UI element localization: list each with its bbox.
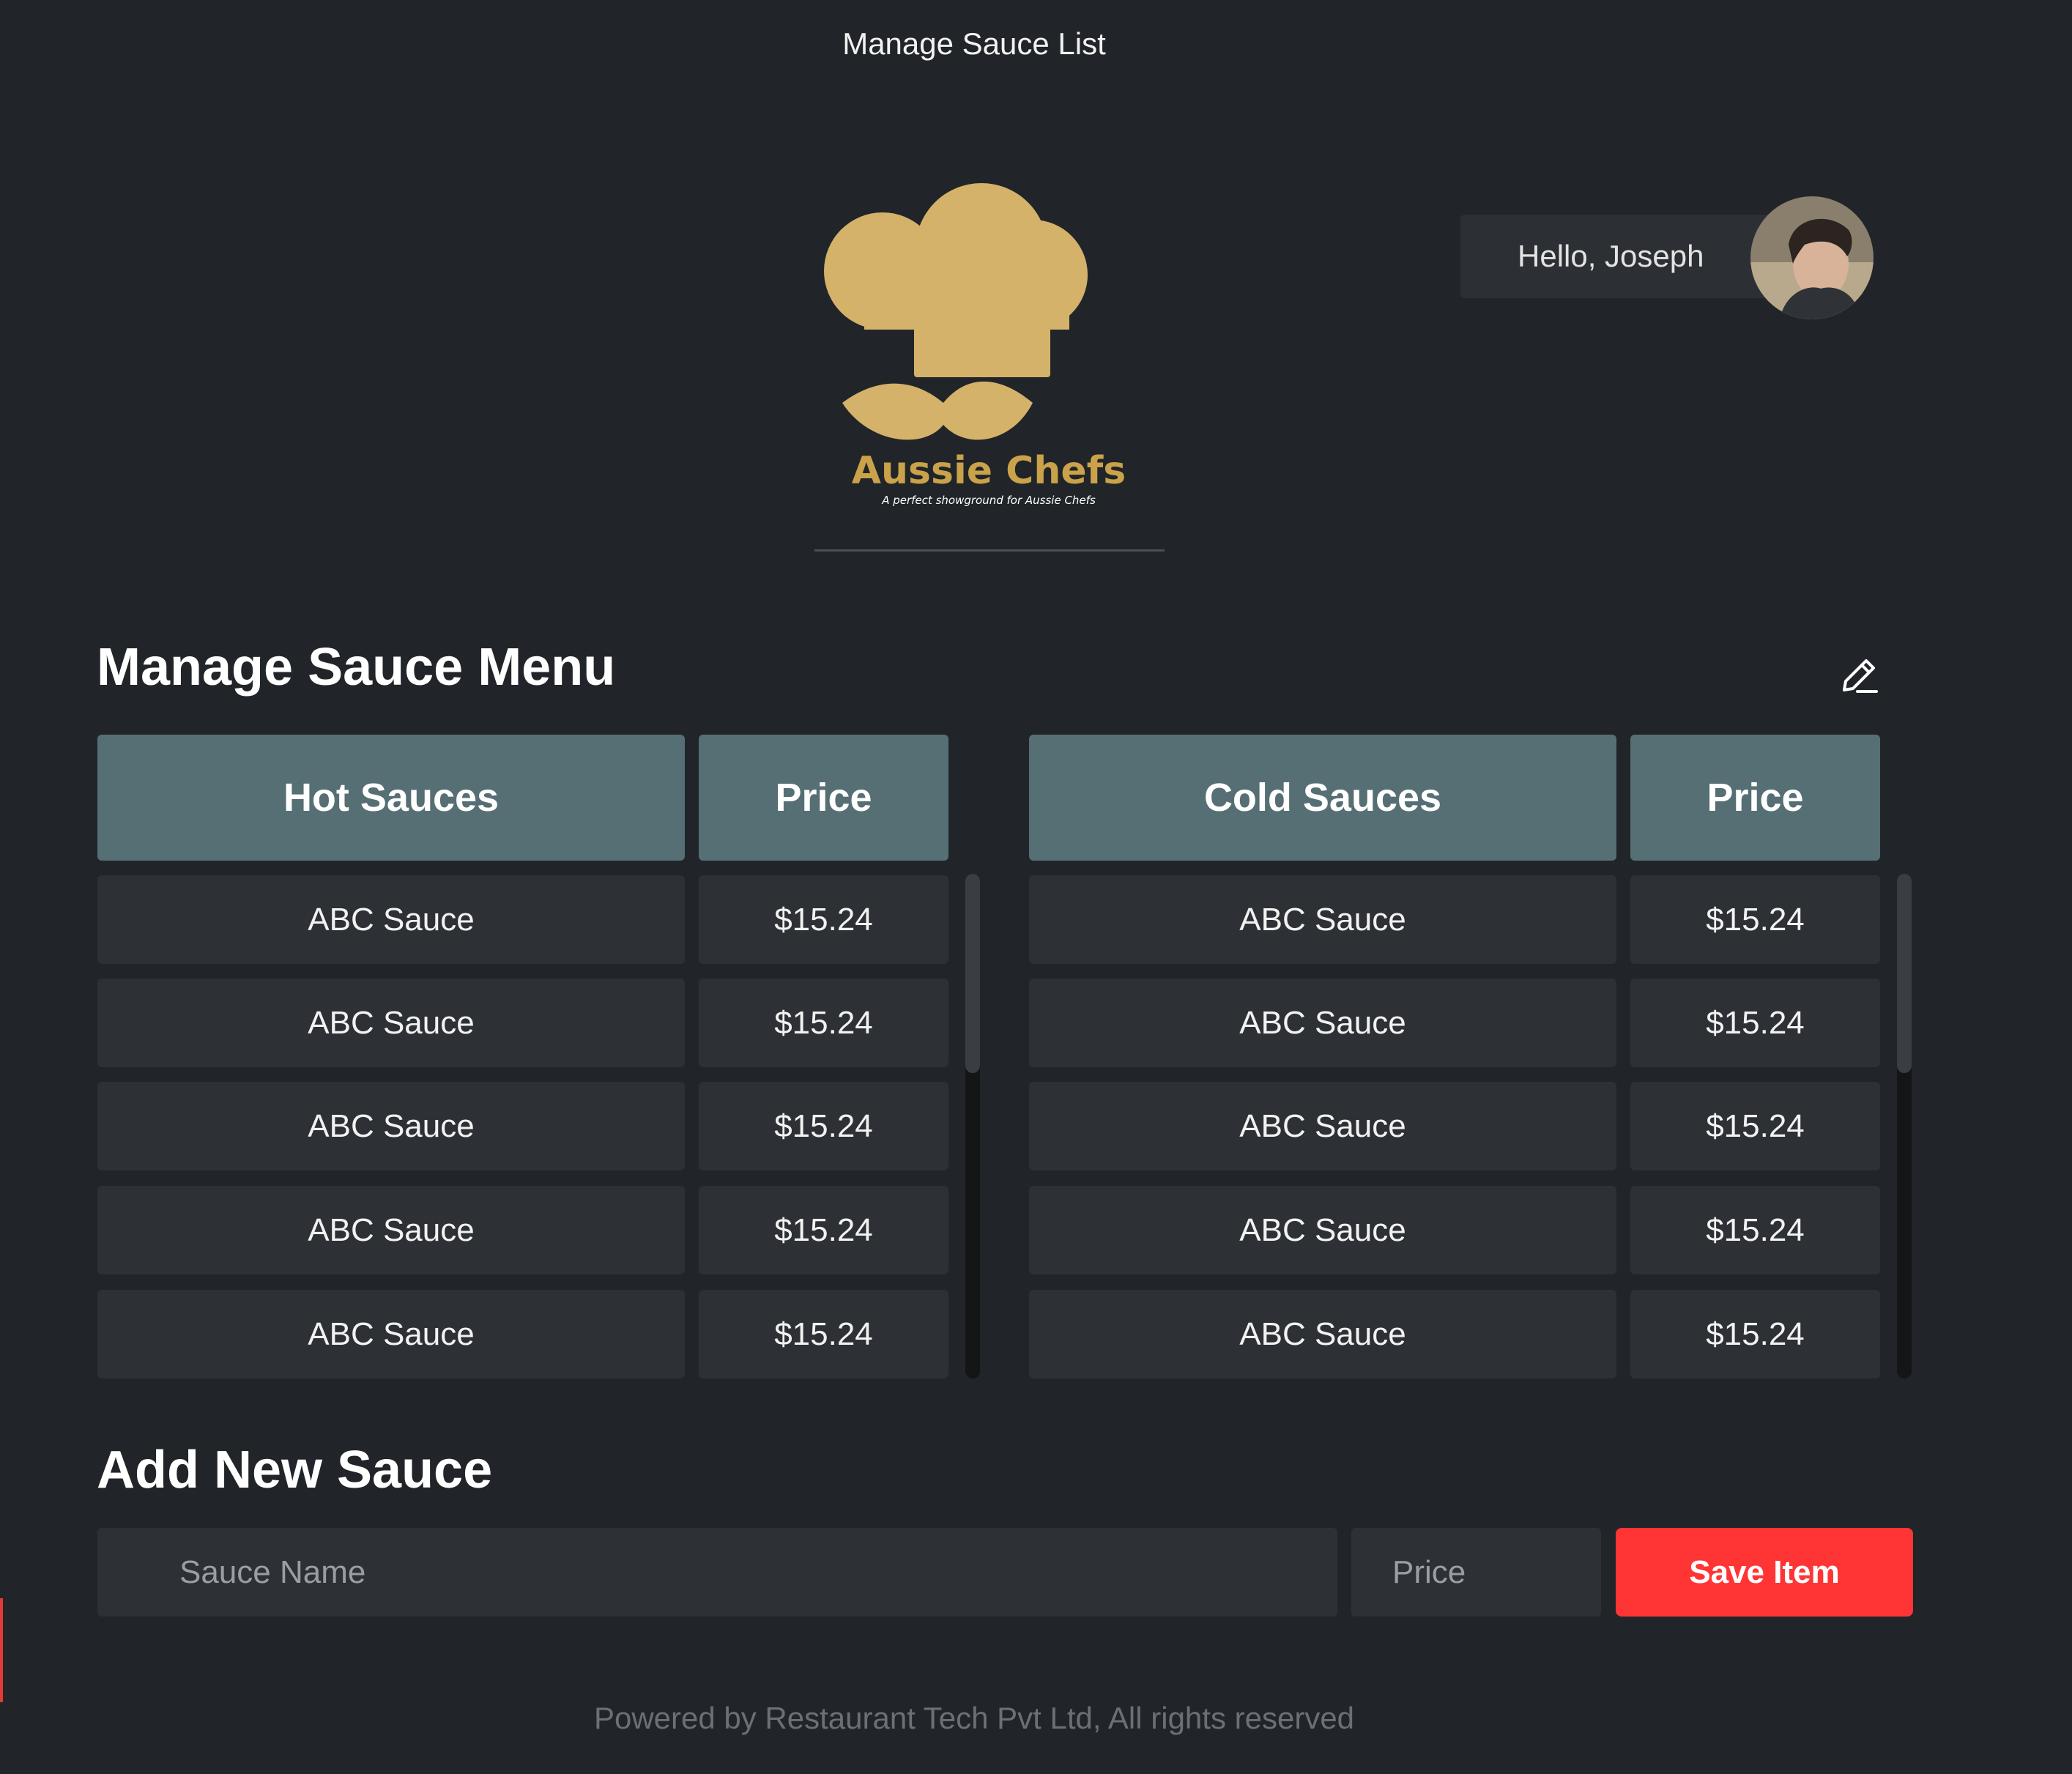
save-item-button[interactable]: Save Item [1616,1528,1913,1617]
hot-sauce-price-cell[interactable]: $15.24 [699,1082,948,1170]
left-edge-accent [0,1598,3,1702]
hot-sauce-name-cell[interactable]: ABC Sauce [97,979,685,1067]
user-greeting[interactable]: Hello, Joseph [1460,215,1797,298]
cold-sauce-name-cell[interactable]: ABC Sauce [1029,1290,1616,1378]
cold-sauce-price-cell[interactable]: $15.24 [1630,1082,1880,1170]
brand-logo: Aussie Chefs A perfect showground for Au… [813,183,1165,513]
hot-sauce-name-cell[interactable]: ABC Sauce [97,1186,685,1274]
add-section-title: Add New Sauce [97,1441,493,1499]
price-input[interactable]: Price [1351,1528,1601,1617]
cold-sauce-price-cell[interactable]: $15.24 [1630,1290,1880,1378]
hot-sauce-name-cell[interactable]: ABC Sauce [97,1290,685,1378]
footer-text: Powered by Restaurant Tech Pvt Ltd, All … [593,1701,1355,1735]
pencil-icon[interactable] [1837,653,1881,697]
cold-sauce-price-cell[interactable]: $15.24 [1630,875,1880,964]
logo-divider [814,549,1165,552]
cold-sauce-name-cell[interactable]: ABC Sauce [1029,875,1616,964]
cold-price-header: Price [1630,735,1880,861]
price-placeholder: Price [1392,1554,1466,1590]
hot-sauce-price-cell[interactable]: $15.24 [699,979,948,1067]
hot-sauce-name-cell[interactable]: ABC Sauce [97,1082,685,1170]
avatar-portrait-icon [1750,196,1874,319]
sauce-name-input[interactable]: Sauce Name [97,1528,1337,1617]
cold-sauce-price-cell[interactable]: $15.24 [1630,979,1880,1067]
hot-sauces-scroll-thumb[interactable] [965,874,980,1073]
brand-tagline: A perfect showground for Aussie Chefs [881,494,1096,507]
hot-sauces-scrollbar[interactable] [965,874,980,1378]
cold-sauce-name-cell[interactable]: ABC Sauce [1029,979,1616,1067]
chef-hat-icon: Aussie Chefs A perfect showground for Au… [824,183,1126,507]
hot-price-header: Price [699,735,948,861]
hot-sauce-price-cell[interactable]: $15.24 [699,1186,948,1274]
window-title: Manage Sauce List [842,26,1106,61]
cold-sauces-scrollbar[interactable] [1897,874,1912,1378]
cold-sauces-scroll-thumb[interactable] [1897,874,1912,1073]
menu-section-title: Manage Sauce Menu [97,638,616,697]
hot-sauce-price-cell[interactable]: $15.24 [699,875,948,964]
brand-name: Aussie Chefs [852,449,1126,493]
hot-sauce-name-cell[interactable]: ABC Sauce [97,875,685,964]
cold-sauces-header: Cold Sauces [1029,735,1616,861]
cold-sauce-price-cell[interactable]: $15.24 [1630,1186,1880,1274]
hot-sauce-price-cell[interactable]: $15.24 [699,1290,948,1378]
user-avatar[interactable] [1750,196,1874,319]
greeting-text: Hello, Joseph [1518,239,1704,273]
cold-sauce-name-cell[interactable]: ABC Sauce [1029,1186,1616,1274]
cold-sauce-name-cell[interactable]: ABC Sauce [1029,1082,1616,1170]
sauce-name-placeholder: Sauce Name [179,1554,366,1590]
hot-sauces-header: Hot Sauces [97,735,685,861]
